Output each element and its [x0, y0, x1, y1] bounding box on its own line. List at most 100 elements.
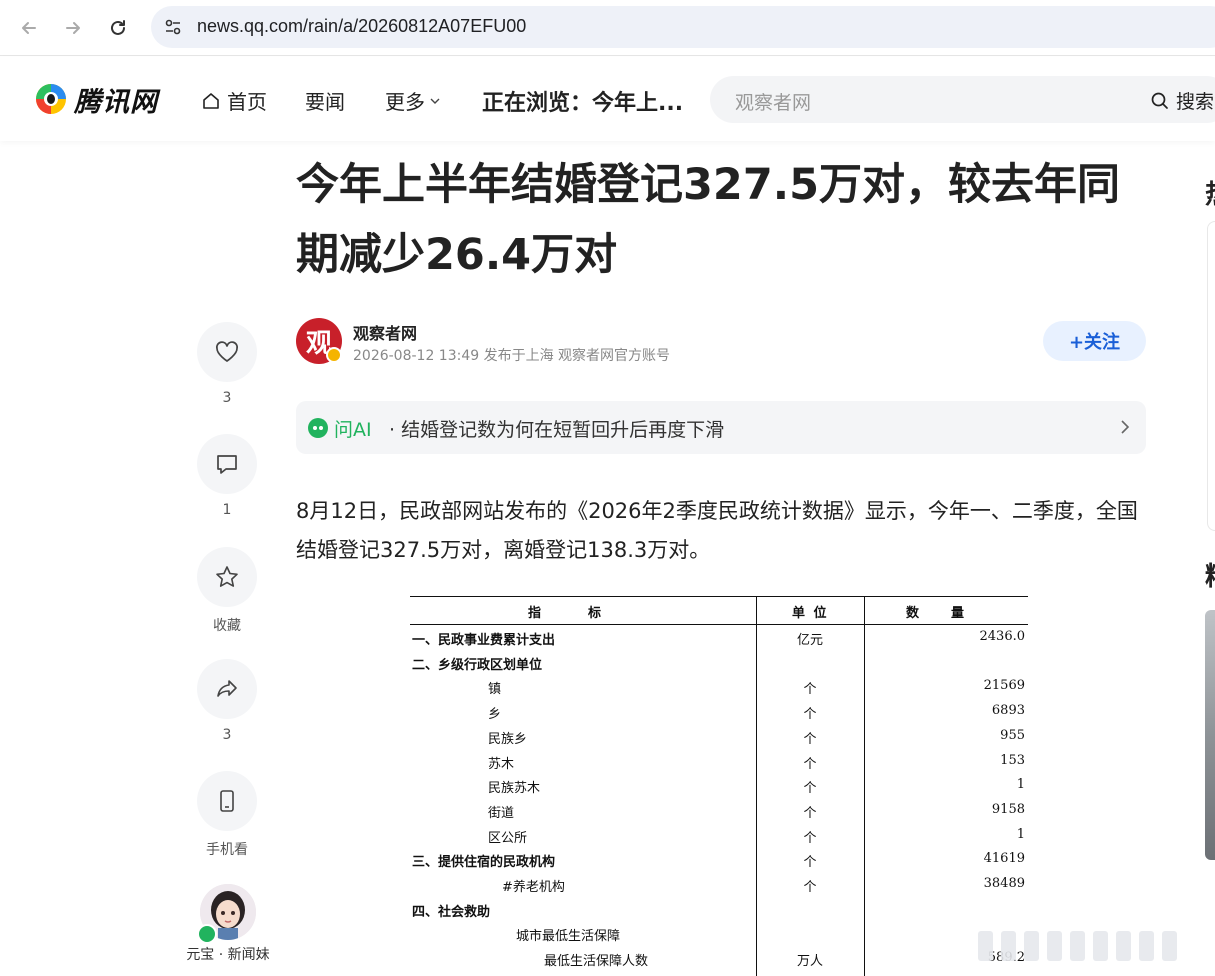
search-box[interactable]: 观察者网 搜索 — [710, 76, 1215, 123]
favorite-label: 收藏 — [213, 618, 241, 634]
nav-home-label: 首页 — [227, 90, 267, 114]
table-row: #养老机构 个 38489 — [410, 872, 1028, 896]
nav-news[interactable]: 要闻 — [305, 86, 345, 115]
forward-button[interactable] — [56, 11, 90, 45]
nav-more[interactable]: 更多 — [385, 86, 441, 115]
row-unit: 个 — [803, 756, 817, 772]
row-name: 镇 — [488, 682, 502, 698]
row-name: 苏木 — [488, 756, 515, 772]
row-name: 城市最低生活保障 — [516, 929, 621, 945]
row-name: 二、乡级行政区划单位 — [412, 657, 543, 673]
row-unit: 个 — [803, 707, 817, 723]
share-action[interactable]: 3 — [196, 659, 258, 743]
logo-text: 腾讯网 — [74, 86, 158, 118]
search-button[interactable]: 搜索 — [1150, 87, 1214, 114]
table-row: 民族乡 个 955 — [410, 724, 1028, 748]
row-name: 乡 — [488, 707, 502, 723]
heart-icon — [216, 341, 238, 362]
table-row: 一、民政事业费累计支出 亿元 2436.0 — [410, 625, 1028, 649]
phone-icon — [220, 790, 234, 812]
search-icon — [1151, 92, 1168, 109]
like-action[interactable]: 3 — [196, 322, 258, 406]
table-row: 三、提供住宿的民政机构 个 41619 — [410, 847, 1028, 871]
row-unit: 亿元 — [796, 633, 823, 648]
verified-icon — [326, 347, 342, 363]
row-name: 民族苏木 — [488, 781, 541, 797]
mobile-button[interactable] — [197, 771, 257, 831]
row-name: 一、民政事业费累计支出 — [412, 633, 556, 648]
table-top-rule — [410, 596, 1028, 597]
site-settings-icon[interactable] — [163, 17, 183, 37]
ask-ai-label: 问AI — [334, 419, 372, 441]
star-icon — [216, 566, 238, 587]
nav-more-label: 更多 — [385, 90, 425, 114]
row-value: 1 — [1016, 826, 1025, 842]
back-button[interactable] — [12, 11, 46, 45]
header-indicator: 指 标 — [528, 606, 604, 621]
article-paragraph: 8月12日，民政部网站发布的《2026年2季度民政统计数据》显示，今年一、二季度… — [296, 499, 1138, 562]
ai-robot-icon — [308, 418, 328, 438]
row-value: 153 — [1000, 752, 1025, 768]
nav-home[interactable]: 首页 — [201, 86, 267, 115]
assistant-label: 元宝 · 新闻妹 — [186, 947, 270, 963]
row-unit: 个 — [803, 855, 817, 871]
comment-icon — [217, 455, 237, 474]
right-hot-card — [1207, 221, 1215, 531]
mobile-action[interactable]: 手机看 — [196, 771, 258, 859]
share-button[interactable] — [197, 659, 257, 719]
nav-news-label: 要闻 — [305, 90, 345, 114]
url-text[interactable]: news.qq.com/rain/a/20260812A07EFU00 — [197, 16, 526, 37]
comment-count: 1 — [222, 502, 232, 518]
comment-button[interactable] — [197, 434, 257, 494]
favorite-action[interactable]: 收藏 — [196, 547, 258, 635]
browser-toolbar: news.qq.com/rain/a/20260812A07EFU00 — [0, 0, 1215, 56]
author-name[interactable]: 观察者网 — [353, 320, 417, 344]
right-section-title: 热 — [1205, 174, 1215, 211]
row-name: 区公所 — [488, 830, 528, 846]
row-value: 21569 — [983, 678, 1025, 694]
chevron-right-icon — [1121, 420, 1130, 434]
right-section-title-2: 精 — [1205, 556, 1215, 593]
row-value: 1 — [1016, 777, 1025, 793]
search-input[interactable]: 观察者网 — [735, 88, 811, 115]
row-value: 2436.0 — [979, 629, 1026, 644]
row-name: 民族乡 — [488, 731, 528, 747]
chevron-down-icon — [430, 98, 440, 104]
row-value: 955 — [1000, 727, 1025, 743]
right-thumbnail[interactable] — [1205, 610, 1215, 860]
follow-button[interactable]: +关注 — [1043, 321, 1146, 361]
article-title: 今年上半年结婚登记327.5万对，较去年同期减少26.4万对 — [296, 160, 1121, 280]
row-name: #养老机构 — [502, 880, 565, 895]
header-unit: 单 位 — [792, 606, 829, 621]
comment-action[interactable]: 1 — [196, 434, 258, 518]
row-value: 41619 — [983, 851, 1025, 867]
assistant-entry[interactable]: 元宝 · 新闻妹 — [178, 884, 278, 964]
row-value: 9158 — [991, 801, 1025, 817]
row-unit: 个 — [803, 880, 817, 895]
favorite-button[interactable] — [197, 547, 257, 607]
row-name: 最低生活保障人数 — [544, 954, 649, 970]
address-bar[interactable]: news.qq.com/rain/a/20260812A07EFU00 — [151, 6, 1215, 48]
mobile-label: 手机看 — [206, 842, 248, 858]
table-row: 街道 个 9158 — [410, 798, 1028, 822]
row-unit: 个 — [803, 805, 817, 821]
table-row: 乡 个 6893 — [410, 699, 1028, 723]
reload-button[interactable] — [101, 11, 135, 45]
arrow-right-icon — [66, 22, 80, 34]
site-header: 腾讯网 首页 要闻 更多 正在浏览：今年上... 观察者网 搜索 — [0, 57, 1215, 141]
row-name: 街道 — [488, 805, 515, 821]
tencent-logo-icon — [36, 84, 66, 114]
table-row: 民族苏木 个 1 — [410, 773, 1028, 797]
ask-ai-question: · 结婚登记数为何在短暂回升后再度下滑 — [389, 419, 725, 441]
like-button[interactable] — [197, 322, 257, 382]
row-unit: 个 — [803, 682, 817, 698]
reload-icon — [111, 20, 125, 35]
ask-ai-bar[interactable]: 问AI · 结婚登记数为何在短暂回升后再度下滑 — [296, 401, 1146, 454]
arrow-left-icon — [22, 22, 36, 34]
share-count: 3 — [222, 727, 232, 743]
loading-indicator — [978, 931, 1177, 961]
row-value: 6893 — [991, 703, 1025, 719]
header-quantity: 数 量 — [906, 606, 967, 621]
site-logo[interactable]: 腾讯网 — [34, 81, 158, 118]
author-meta: 2026-08-12 13:49 发布于上海 观察者网官方账号 — [353, 348, 671, 364]
